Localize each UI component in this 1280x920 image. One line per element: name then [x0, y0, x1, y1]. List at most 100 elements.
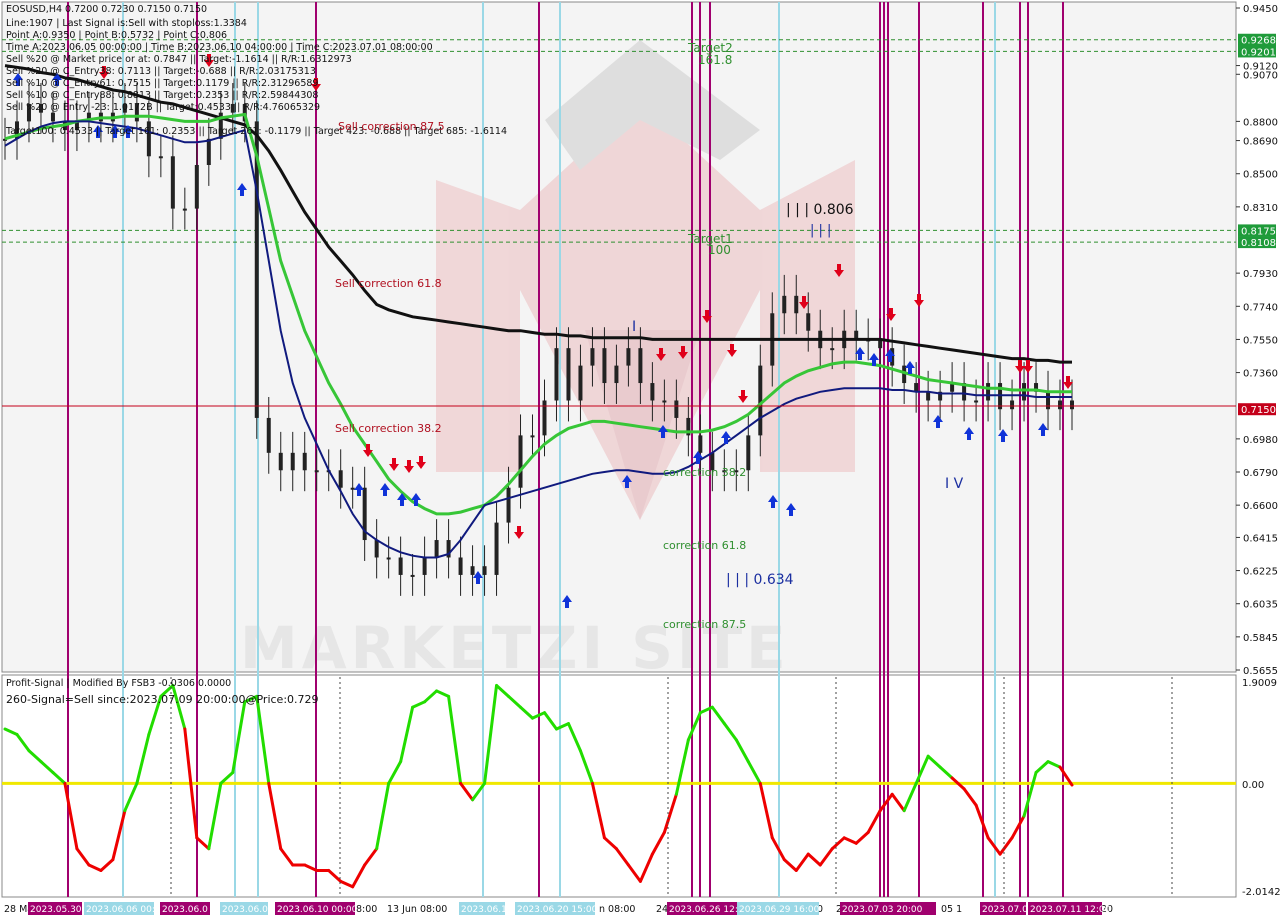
- candle-body: [1070, 400, 1074, 410]
- info-line: Line:1907 | Last Signal is:Sell with sto…: [6, 18, 247, 29]
- candle-body: [278, 452, 283, 471]
- info-line: Sell %20 @ C_Entry38: 0.7113 || Target:-…: [6, 66, 316, 77]
- time-highlight-label: 2023.06.20 15:00: [517, 905, 598, 915]
- info-line: Time A:2023.06.05 00:00:00 | Time B:2023…: [5, 42, 433, 53]
- price-tick-label: 0.8310: [1243, 203, 1278, 214]
- price-tick-label: 0.6035: [1243, 600, 1278, 611]
- candle-body: [422, 557, 427, 575]
- candle-body: [746, 435, 751, 471]
- price-badge-label: 0.8108: [1241, 238, 1276, 249]
- wave-c-label: | | | 0.806: [786, 202, 854, 218]
- indicator-signal-text: 260-Signal=Sell since:2023.07.09 20:00:0…: [6, 693, 319, 706]
- price-tick-label: 0.7550: [1243, 335, 1278, 346]
- price-tick-label: 0.5845: [1243, 633, 1278, 644]
- indicator-min-label: -2.0142: [1242, 887, 1280, 898]
- candle-body: [794, 295, 799, 314]
- candle-body: [1010, 400, 1015, 410]
- candle-body: [986, 383, 991, 401]
- target1-level: 100: [708, 243, 731, 257]
- wave-b-label: | | | 0.634: [726, 572, 794, 588]
- price-tick-label: 0.6980: [1243, 435, 1278, 446]
- price-tick-label: 0.5655: [1243, 666, 1278, 677]
- candle-body: [626, 348, 631, 366]
- price-tick-label: 0.7740: [1243, 302, 1278, 313]
- price-tick-label: 0.6415: [1243, 533, 1278, 544]
- sell-correction-875: Sell correction 87.5: [338, 120, 445, 133]
- time-highlight-label: 2023.06.06 00:00: [86, 905, 167, 915]
- candle-body: [194, 164, 199, 209]
- candle-body: [266, 417, 271, 453]
- indicator-panel: [1, 674, 1237, 898]
- price-badge-label: 0.7150: [1241, 405, 1276, 416]
- candle-body: [554, 348, 559, 401]
- time-highlight-label: 2023.07.0: [982, 905, 1028, 915]
- symbol-header: EOSUSD,H4 0.7200 0.7230 0.7150 0.7150: [6, 4, 207, 15]
- time-axis: 28 Ma 8:00 13 Jun 08:00 n 08:00 24 0 2 05 1 2020…: [4, 902, 1113, 915]
- candle-body: [398, 557, 403, 575]
- candle-body: [350, 487, 355, 490]
- info-line: Sell %10 @ C_Entry88: 0.8813 || Target:0…: [6, 90, 318, 101]
- candle-body: [458, 557, 463, 575]
- wave-iv-label: I V: [945, 476, 964, 492]
- sell-correction-382: Sell correction 38.2: [335, 422, 442, 435]
- price-tick-label: 0.8500: [1243, 170, 1278, 181]
- price-tick-label: 0.9070: [1243, 70, 1278, 81]
- candle-body: [638, 348, 643, 384]
- candle-body: [578, 365, 583, 401]
- candle-body: [482, 566, 487, 575]
- price-tick-label: 0.6600: [1243, 501, 1278, 512]
- candle-body: [410, 574, 415, 577]
- candle-body: [974, 400, 979, 403]
- price-tick-label: 0.9450: [1243, 4, 1278, 15]
- candle-body: [434, 540, 439, 558]
- candle-body: [374, 540, 379, 558]
- time-label: 24: [656, 904, 668, 915]
- trading-chart[interactable]: MARKETZI SITE EOSUSD,H4 0.7200 0.7230 0.…: [0, 0, 1280, 920]
- candle-body: [290, 452, 295, 471]
- wave-c-mark: | | |: [810, 223, 831, 238]
- candle-body: [302, 452, 307, 471]
- candle-body: [926, 391, 931, 401]
- time-label: 05 1: [941, 904, 962, 915]
- time-highlight-label: 2023.06.10 00:00: [277, 905, 358, 915]
- candle-body: [698, 435, 703, 453]
- candle-body: [590, 348, 595, 366]
- info-line: Sell %20 @ Market price or at: 0.7847 ||…: [6, 54, 352, 65]
- time-label: 13 Jun 08:00: [387, 904, 447, 915]
- price-badge-label: 0.9201: [1241, 47, 1276, 58]
- correction-382: correction 38.2: [663, 466, 746, 479]
- price-badge-label: 0.9268: [1241, 36, 1276, 47]
- candle-body: [806, 313, 811, 331]
- time-highlight-label: 2023.06.17: [461, 905, 513, 915]
- correction-618: correction 61.8: [663, 539, 746, 552]
- candle-body: [1022, 383, 1027, 401]
- price-tick-label: 0.7360: [1243, 369, 1278, 380]
- price-tick-label: 0.6790: [1243, 468, 1278, 479]
- candle-body: [530, 435, 535, 438]
- price-tick-label: 0.7930: [1243, 269, 1278, 280]
- price-tick-label: 0.6225: [1243, 567, 1278, 578]
- candle-body: [386, 557, 391, 560]
- candle-body: [1058, 400, 1063, 410]
- candle-body: [158, 156, 163, 159]
- candle-body: [602, 348, 607, 384]
- info-line: Sell %20 @ Entry -23: 1.0172B || Target:…: [6, 102, 320, 113]
- info-line: Point A:0.9350 | Point B:0.5732 | Point …: [6, 30, 227, 41]
- candle-body: [830, 348, 835, 351]
- candle-body: [614, 365, 619, 384]
- price-badge-label: 0.8175: [1241, 226, 1276, 237]
- price-tick-label: 0.8800: [1243, 117, 1278, 128]
- candle-body: [314, 470, 319, 473]
- candle-body: [506, 487, 511, 523]
- candle-body: [566, 348, 571, 401]
- candle-body: [662, 400, 667, 403]
- target2-level: 161.8: [698, 53, 732, 67]
- time-highlight-label: 2023.05.30: [30, 905, 82, 915]
- indicator-title: Profit-Signal | Modified By FSB3 -0.0306…: [6, 678, 231, 689]
- candle-body: [494, 522, 499, 575]
- candle-body: [338, 470, 343, 488]
- info-line: Sell %10 @ C_Entry61: 0.7515 || Target:0…: [6, 78, 318, 89]
- candle-body: [1046, 391, 1051, 410]
- sell-correction-618: Sell correction 61.8: [335, 277, 442, 290]
- candle-body: [518, 435, 523, 488]
